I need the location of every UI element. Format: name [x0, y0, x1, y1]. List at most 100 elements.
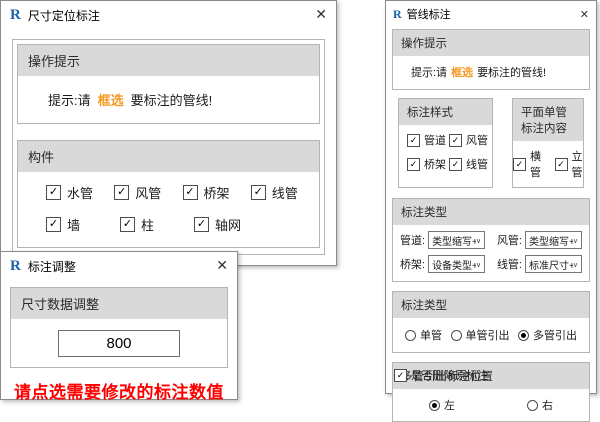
chevron-down-icon [476, 234, 481, 246]
checkbox-tray[interactable]: 桥架 [407, 156, 449, 172]
style-checkbox-group: 管道 风管 桥架 线管 [399, 125, 492, 181]
section-header: 标注类型 [393, 199, 589, 225]
title-bar: R 标注调整 [1, 252, 237, 280]
pipe-type-field: 管道: 类型缩写+ [400, 231, 485, 249]
hint-suffix: 要标注的管线! [131, 93, 213, 108]
alert-text: 请点选需要修改的标注数值 [1, 378, 237, 403]
operation-hint-section: 操作提示 提示:请框选要标注的管线! [392, 29, 590, 90]
section-header: 操作提示 [18, 45, 319, 76]
checkbox-water-pipe[interactable]: 水管 [46, 183, 114, 202]
revit-logo-icon: R [393, 8, 402, 20]
close-icon[interactable] [580, 6, 589, 22]
section-header: 平面单管标注内容 [513, 99, 583, 141]
title-bar: R 尺寸定位标注 [1, 1, 336, 29]
dialog-title: 管线标注 [407, 6, 451, 22]
radio-single-pipe[interactable]: 单管 [405, 327, 442, 343]
checkbox-column[interactable]: 柱 [120, 215, 194, 234]
checkbox-checked-icon [183, 185, 198, 200]
duct-type-field: 风管: 类型缩写+ [497, 231, 582, 249]
radio-selected-icon [518, 330, 529, 341]
radio-single-pipe-leader[interactable]: 单管引出 [451, 327, 510, 343]
radio-icon [527, 400, 538, 411]
checkbox-cable-tray[interactable]: 桥架 [183, 183, 251, 202]
revit-logo-icon: R [10, 259, 21, 274]
checkbox-conduit[interactable]: 线管 [449, 156, 491, 172]
checkbox-conduit[interactable]: 线管 [251, 183, 319, 202]
hint-prefix: 提示:请 [48, 93, 91, 108]
hint-text: 提示:请框选要标注的管线! [18, 76, 319, 123]
checkbox-checked-icon [394, 369, 407, 382]
radio-left[interactable]: 左 [393, 397, 491, 413]
checkbox-row: 水管 风管 桥架 线管 [46, 183, 319, 202]
checkbox-grid[interactable]: 轴网 [194, 215, 268, 234]
hint-text: 提示:请框选要标注的管线! [393, 56, 589, 89]
checkbox-vertical-pipe[interactable]: 立管 [555, 148, 584, 180]
annotation-type-dropdown-section: 标注类型 管道: 类型缩写+ 风管: 类型缩写+ 桥架: [392, 198, 590, 282]
conduit-type-field: 线管: 标准尺寸+ [497, 255, 582, 273]
title-bar: R 管线标注 [386, 1, 596, 27]
close-icon[interactable] [216, 258, 228, 274]
operation-hint-section: 操作提示 提示:请框选要标注的管线! [17, 44, 320, 124]
dialog-client-area: 操作提示 提示:请框选要标注的管线! 构件 水管 风管 桥架 线管 墙 柱 轴网 [12, 39, 325, 255]
checkbox-checked-icon [114, 185, 129, 200]
hint-highlight: 框选 [451, 67, 473, 79]
radio-icon [405, 330, 416, 341]
checkbox-checked-icon [449, 134, 462, 147]
conduit-type-select[interactable]: 标准尺寸+ [525, 255, 582, 273]
plane-checkbox-group: 横管 立管 [513, 141, 583, 187]
section-header: 标注样式 [399, 99, 492, 125]
section-header: 标注类型 [393, 292, 589, 318]
checkbox-wall[interactable]: 墙 [46, 215, 120, 234]
pipe-type-select[interactable]: 类型缩写+ [428, 231, 485, 249]
style-and-plane-row: 标注样式 管道 风管 桥架 线管 平面单管标注内容 横管 立管 [392, 98, 590, 188]
checkbox-duct[interactable]: 风管 [449, 132, 491, 148]
checkbox-row: 桥架 线管 [407, 156, 492, 172]
components-checkbox-group: 水管 风管 桥架 线管 墙 柱 轴网 [18, 172, 319, 247]
tray-type-field: 桥架: 设备类型+ [400, 255, 485, 273]
checkbox-delete-original[interactable]: 是否删除原标注 [394, 367, 488, 383]
close-icon[interactable] [315, 7, 327, 23]
radio-group: 左 右 [393, 389, 589, 421]
checkbox-horizontal-pipe[interactable]: 横管 [513, 148, 542, 180]
radio-multi-pipe-leader[interactable]: 多管引出 [518, 327, 577, 343]
dimension-positioning-dialog: R 尺寸定位标注 操作提示 提示:请框选要标注的管线! 构件 水管 风管 桥架 … [0, 0, 337, 266]
annotation-style-section: 标注样式 管道 风管 桥架 线管 [398, 98, 493, 188]
hint-highlight: 框选 [98, 93, 124, 108]
dropdown-row: 管道: 类型缩写+ 风管: 类型缩写+ [393, 225, 589, 249]
dialog-title: 尺寸定位标注 [28, 7, 100, 24]
section-header: 操作提示 [393, 30, 589, 56]
checkbox-pipe[interactable]: 管道 [407, 132, 449, 148]
checkbox-row: 墙 柱 轴网 [46, 215, 319, 234]
dialog-title: 标注调整 [28, 258, 76, 275]
hint-prefix: 提示:请 [411, 67, 447, 79]
value-input-row [11, 319, 227, 367]
hint-suffix: 要标注的管线! [477, 67, 546, 79]
dimension-value-input[interactable] [58, 330, 180, 357]
checkbox-row: 管道 风管 [407, 132, 492, 148]
annotation-type-radio-section: 标注类型 单管 单管引出 多管引出 [392, 291, 590, 353]
revit-logo-icon: R [10, 8, 21, 23]
duct-type-select[interactable]: 类型缩写+ [525, 231, 582, 249]
checkbox-checked-icon [407, 134, 420, 147]
dropdown-row: 桥架: 设备类型+ 线管: 标准尺寸+ [393, 249, 589, 281]
checkbox-checked-icon [513, 158, 526, 171]
checkbox-checked-icon [251, 185, 266, 200]
radio-selected-icon [429, 400, 440, 411]
tray-type-select[interactable]: 设备类型+ [428, 255, 485, 273]
checkbox-checked-icon [46, 185, 61, 200]
dimension-data-section: 尺寸数据调整 [10, 287, 228, 368]
section-header: 尺寸数据调整 [11, 288, 227, 319]
checkbox-air-duct[interactable]: 风管 [114, 183, 182, 202]
pipeline-annotation-dialog: R 管线标注 操作提示 提示:请框选要标注的管线! 标注样式 管道 风管 桥架 … [385, 0, 597, 394]
checkbox-checked-icon [449, 158, 462, 171]
annotation-adjust-dialog: R 标注调整 尺寸数据调整 请点选需要修改的标注数值 [0, 251, 238, 400]
chevron-down-icon [573, 258, 578, 270]
section-header: 构件 [18, 141, 319, 172]
components-section: 构件 水管 风管 桥架 线管 墙 柱 轴网 [17, 140, 320, 248]
radio-group: 单管 单管引出 多管引出 [393, 318, 589, 352]
radio-icon [451, 330, 462, 341]
chevron-down-icon [573, 234, 578, 246]
checkbox-checked-icon [194, 217, 209, 232]
checkbox-checked-icon [46, 217, 61, 232]
radio-right[interactable]: 右 [491, 397, 589, 413]
